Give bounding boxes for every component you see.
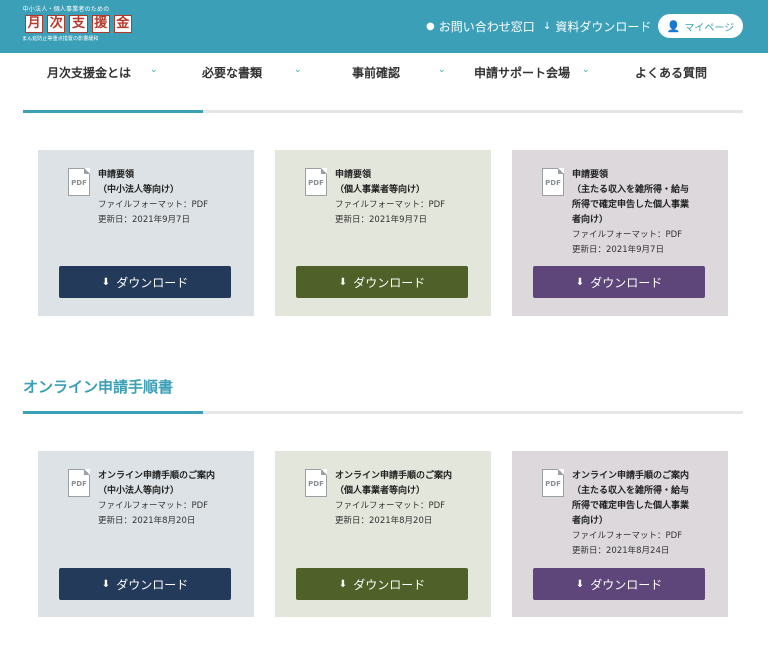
download-button[interactable]: ⬇ ダウンロード [533,266,705,298]
user-icon: 👤 [666,19,681,33]
card-subtitle: （主たる収入を雑所得・給与 [572,185,690,195]
logo-char: 援 [91,15,110,33]
mypage-label: マイページ [684,22,735,34]
card-subtitle: （中小法人等向け） [98,185,180,195]
inquiry-label: お問い合わせ窓口 [438,20,535,34]
updated-date: 更新日：2021年8月20日 [335,516,433,526]
card-title: オンライン申請手順のご案内 [335,471,453,481]
updated-date: 更新日：2021年8月24日 [572,546,670,556]
logo-subtitle: まん延防止等重点措置の影響緩和 [22,36,99,42]
logo-char: 次 [47,15,66,33]
card-subtitle: （主たる収入を雑所得・給与 [572,486,690,496]
section-divider-accent [23,411,203,414]
file-format: ファイルフォーマット：PDF [572,531,683,541]
download-arrow-icon: ⬇ [575,276,585,288]
document-card: PDF オンライン申請手順のご案内 （主たる収入を雑所得・給与 所得で確定申告し… [512,451,728,617]
top-header: 中小法人・個人事業者のための 月 次 支 援 金 まん延防止等重点措置の影響緩和… [0,0,768,53]
nav-item-documents[interactable]: 必要な書類 [202,64,262,81]
nav-item-precheck[interactable]: 事前確認 [352,64,400,81]
download-button-label: ダウンロード [116,275,189,290]
download-arrow-icon: ⬇ [338,578,348,590]
chevron-down-icon[interactable]: ⌄ [438,65,446,75]
document-card: PDF オンライン申請手順のご案内 （中小法人等向け） ファイルフォーマット：P… [38,451,254,617]
card-title: オンライン申請手順のご案内 [98,471,216,481]
section-divider [23,110,743,113]
download-button-label: ダウンロード [116,577,189,592]
nav-item-about[interactable]: 月次支援金とは [47,64,131,81]
nav-item-support-venue[interactable]: 申請サポート会場 [474,64,570,81]
nav-item-faq[interactable]: よくある質問 [635,64,707,81]
download-arrow-icon: ⬇ [338,276,348,288]
download-button-label: ダウンロード [353,577,426,592]
file-format: ファイルフォーマット：PDF [572,230,683,240]
logo-tagline: 中小法人・個人事業者のための [22,6,110,13]
download-label: 資料ダウンロード [555,20,652,34]
document-card: PDF オンライン申請手順のご案内 （個人事業者等向け） ファイルフォーマット：… [275,451,491,617]
card-subtitle: 者向け） [572,516,609,526]
pdf-file-icon: PDF [542,168,564,196]
inquiry-link[interactable]: ● お問い合わせ窓口 [426,18,535,35]
logo-char: 月 [25,15,44,33]
updated-date: 更新日：2021年9月7日 [335,215,427,225]
mypage-button[interactable]: 👤 マイページ [658,14,743,38]
updated-date: 更新日：2021年9月7日 [98,215,190,225]
download-button[interactable]: ⬇ ダウンロード [296,266,468,298]
document-card: PDF 申請要領 （中小法人等向け） ファイルフォーマット：PDF 更新日：20… [38,150,254,316]
card-title: 申請要領 [98,170,135,180]
pdf-file-icon: PDF [305,168,327,196]
chat-bubble-icon: ● [426,21,435,32]
section-divider-accent [23,110,203,113]
card-subtitle: 所得で確定申告した個人事業 [572,501,690,511]
download-button[interactable]: ⬇ ダウンロード [296,568,468,600]
pdf-file-icon: PDF [542,469,564,497]
main-nav: 月次支援金とは ⌄ 必要な書類 ⌄ 事前確認 ⌄ 申請サポート会場 ⌄ よくある… [0,53,768,93]
download-button-label: ダウンロード [353,275,426,290]
download-button[interactable]: ⬇ ダウンロード [59,266,231,298]
document-card: PDF 申請要領 （主たる収入を雑所得・給与 所得で確定申告した個人事業 者向け… [512,150,728,316]
card-title: オンライン申請手順のご案内 [572,471,690,481]
card-title: 申請要領 [335,170,372,180]
pdf-file-icon: PDF [68,168,90,196]
download-button-label: ダウンロード [590,275,663,290]
site-logo[interactable]: 中小法人・個人事業者のための 月 次 支 援 金 まん延防止等重点措置の影響緩和 [22,4,133,48]
logo-characters: 月 次 支 援 金 [25,15,133,33]
pdf-file-icon: PDF [305,469,327,497]
file-format: ファイルフォーマット：PDF [98,501,209,511]
pdf-file-icon: PDF [68,469,90,497]
section-title: オンライン申請手順書 [23,378,174,396]
download-button[interactable]: ⬇ ダウンロード [59,568,231,600]
section-divider [23,411,743,414]
card-title: 申請要領 [572,170,609,180]
updated-date: 更新日：2021年8月20日 [98,516,196,526]
document-card: PDF 申請要領 （個人事業者等向け） ファイルフォーマット：PDF 更新日：2… [275,150,491,316]
card-subtitle: （個人事業者等向け） [335,185,426,195]
download-button-label: ダウンロード [590,577,663,592]
chevron-down-icon[interactable]: ⌄ [582,65,590,75]
card-subtitle: 所得で確定申告した個人事業 [572,200,690,210]
updated-date: 更新日：2021年9月7日 [572,245,664,255]
download-arrow-icon: ⬇ [101,578,111,590]
logo-char: 支 [69,15,88,33]
file-format: ファイルフォーマット：PDF [98,200,209,210]
file-format: ファイルフォーマット：PDF [335,501,446,511]
chevron-down-icon[interactable]: ⌄ [294,65,302,75]
card-subtitle: （個人事業者等向け） [335,486,426,496]
download-button[interactable]: ⬇ ダウンロード [533,568,705,600]
download-arrow-icon: ↓ [543,21,552,32]
chevron-down-icon[interactable]: ⌄ [150,65,158,75]
download-arrow-icon: ⬇ [575,578,585,590]
logo-char: 金 [113,15,133,33]
file-format: ファイルフォーマット：PDF [335,200,446,210]
card-subtitle: 者向け） [572,215,609,225]
card-subtitle: （中小法人等向け） [98,486,180,496]
download-link[interactable]: ↓ 資料ダウンロード [543,18,651,35]
download-arrow-icon: ⬇ [101,276,111,288]
